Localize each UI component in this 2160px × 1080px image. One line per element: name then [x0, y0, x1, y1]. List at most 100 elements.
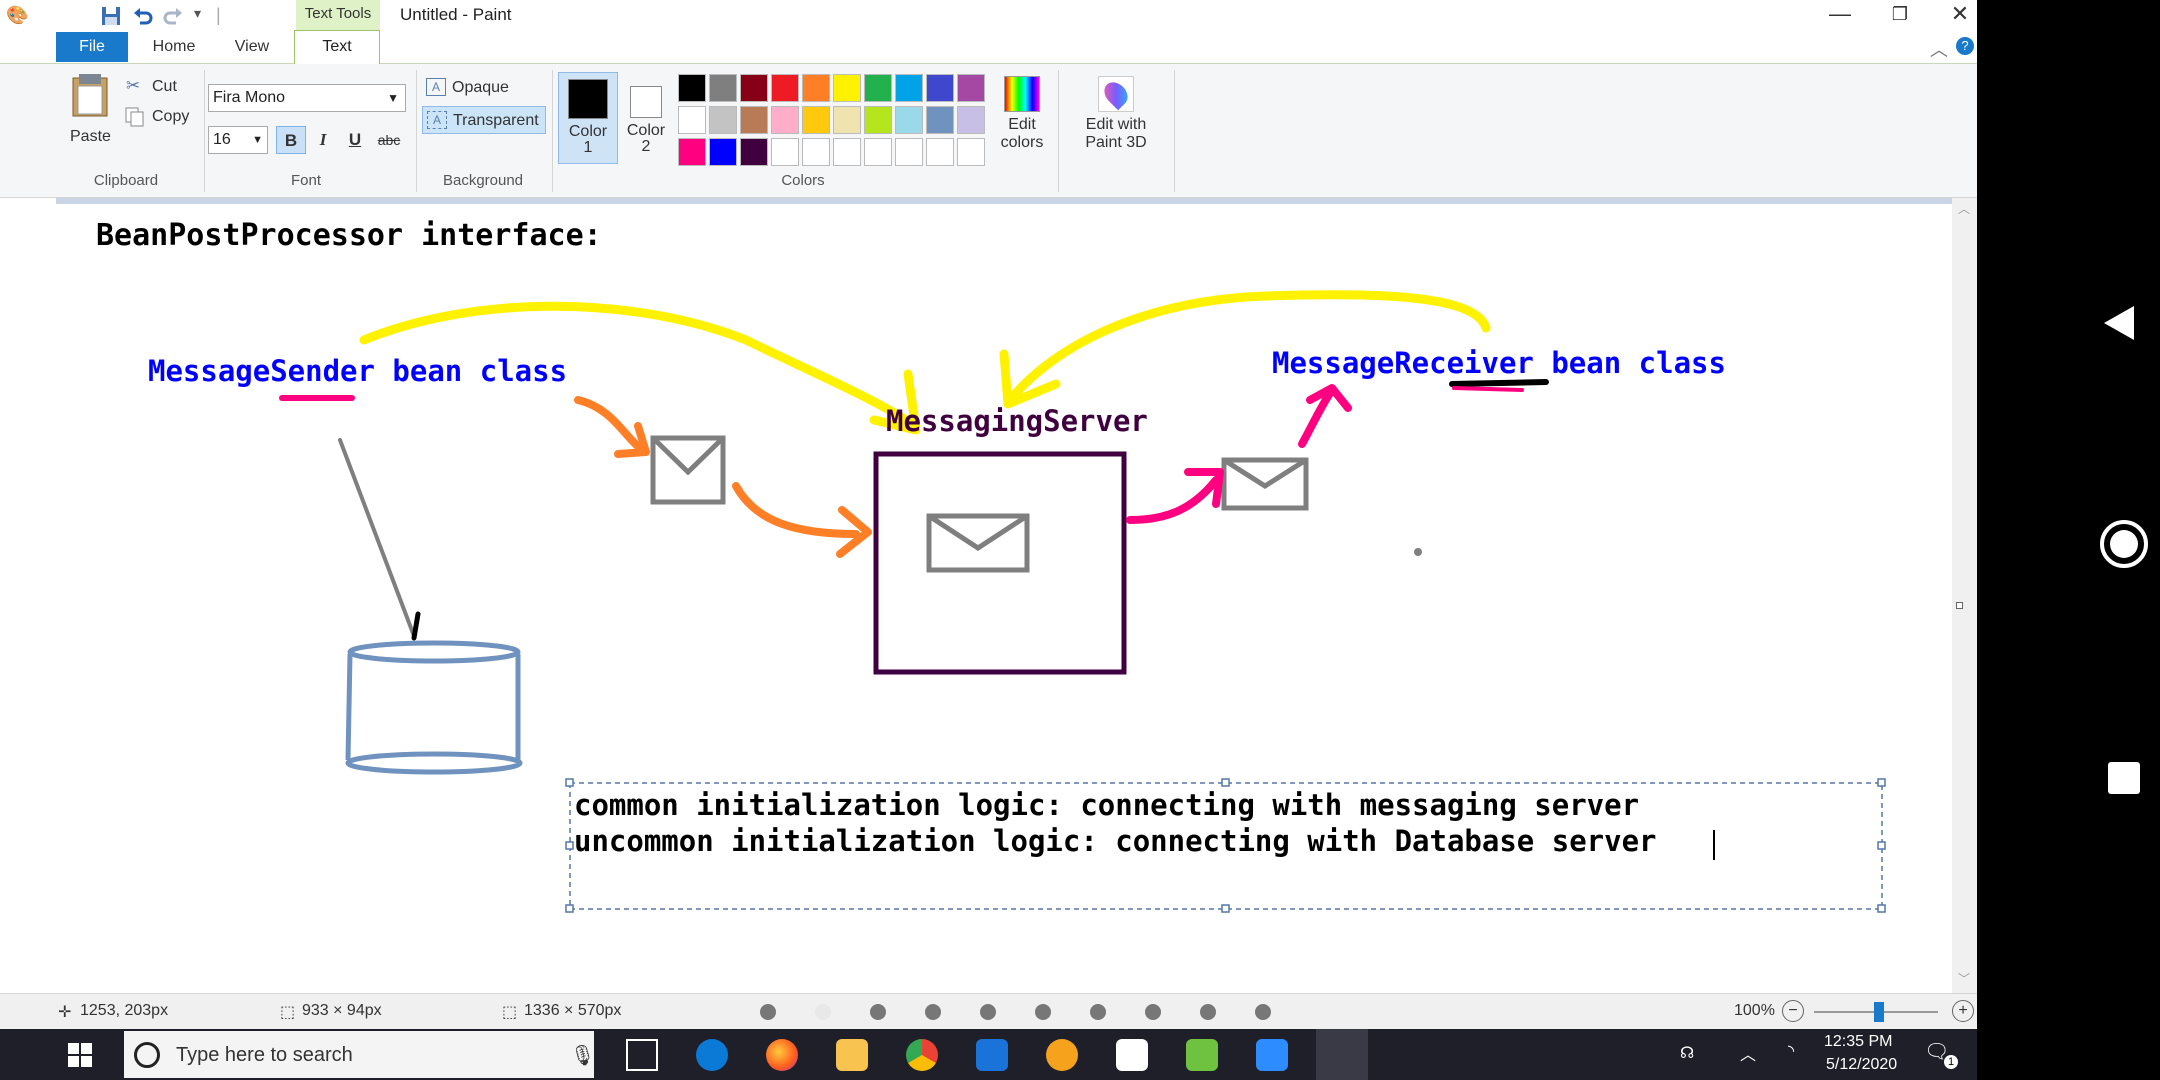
taskbar-search-box[interactable]: Type here to search 🎙	[124, 1031, 595, 1078]
slide-dot[interactable]	[815, 1004, 831, 1020]
chrome-icon[interactable]	[906, 1039, 938, 1071]
slide-dot[interactable]	[1090, 1004, 1106, 1020]
palette-swatch[interactable]	[895, 106, 923, 134]
font-size-select[interactable]: 16 ▼	[208, 126, 268, 154]
color1-button[interactable]: Color 1	[558, 72, 618, 164]
palette-swatch[interactable]	[895, 138, 923, 166]
color2-button[interactable]: Color 2	[616, 72, 676, 164]
slide-dot[interactable]	[1035, 1004, 1051, 1020]
font-family-select[interactable]: Fira Mono ▼	[208, 84, 406, 112]
paste-button[interactable]: Paste	[66, 72, 114, 152]
palette-swatch[interactable]	[926, 138, 954, 166]
palette-swatch[interactable]	[802, 74, 830, 102]
tab-file[interactable]: File	[56, 32, 128, 62]
tray-expand-icon[interactable]: ︿	[1740, 1041, 1756, 1065]
edge-icon[interactable]	[696, 1039, 728, 1071]
palette-swatch[interactable]	[802, 138, 830, 166]
palette-swatch[interactable]	[771, 106, 799, 134]
palette-swatch[interactable]	[678, 138, 706, 166]
help-icon[interactable]: ?	[1956, 37, 1974, 55]
norton-icon[interactable]	[1046, 1039, 1078, 1071]
customize-qat-icon[interactable]: ▾	[194, 5, 201, 22]
palette-swatch[interactable]	[709, 138, 737, 166]
textbox-line-2[interactable]: uncommon initialization logic: connectin…	[574, 824, 1657, 858]
slide-dot[interactable]	[980, 1004, 996, 1020]
palette-swatch[interactable]	[926, 74, 954, 102]
edit-colors-button[interactable]: Edit colors	[994, 76, 1050, 166]
slide-dot[interactable]	[760, 1004, 776, 1020]
save-icon[interactable]	[100, 5, 122, 32]
strikethrough-button[interactable]: abc	[374, 126, 404, 154]
android-recents-icon[interactable]	[2108, 762, 2140, 794]
palette-swatch[interactable]	[740, 106, 768, 134]
bold-button[interactable]: B	[276, 126, 306, 154]
palette-swatch[interactable]	[678, 74, 706, 102]
palette-swatch[interactable]	[864, 106, 892, 134]
slide-dot[interactable]	[1200, 1004, 1216, 1020]
mail-icon[interactable]	[976, 1039, 1008, 1071]
wifi-icon[interactable]: ◝	[1788, 1041, 1794, 1061]
palette-swatch[interactable]	[802, 106, 830, 134]
minimize-button[interactable]: —	[1810, 0, 1870, 30]
android-home-icon[interactable]	[2100, 520, 2148, 568]
italic-button[interactable]: I	[308, 126, 338, 154]
zoom-out-button[interactable]: −	[1782, 1000, 1804, 1022]
palette-swatch[interactable]	[895, 74, 923, 102]
tab-text[interactable]: Text	[294, 30, 380, 65]
android-back-icon[interactable]	[2104, 306, 2134, 345]
undo-icon[interactable]	[132, 5, 154, 32]
palette-swatch[interactable]	[709, 106, 737, 134]
palette-swatch[interactable]	[709, 74, 737, 102]
palette-swatch[interactable]	[771, 138, 799, 166]
collapse-ribbon-icon[interactable]: ︿	[1930, 36, 1948, 62]
close-button[interactable]: ✕	[1930, 0, 1977, 30]
notepad-icon[interactable]	[1186, 1039, 1218, 1071]
palette-swatch[interactable]	[833, 74, 861, 102]
palette-swatch[interactable]	[864, 138, 892, 166]
zoom-slider[interactable]	[1814, 1002, 1938, 1022]
zoom-slider-thumb[interactable]	[1874, 1002, 1884, 1022]
opaque-option[interactable]: A Opaque	[422, 74, 552, 102]
palette-swatch[interactable]	[678, 106, 706, 134]
resize-handle[interactable]	[1956, 602, 1963, 609]
copy-button[interactable]: Copy	[124, 106, 200, 130]
tab-view[interactable]: View	[222, 32, 282, 62]
slide-dot[interactable]	[1255, 1004, 1271, 1020]
slide-dot[interactable]	[870, 1004, 886, 1020]
edit-with-paint3d-button[interactable]: Edit with Paint 3D	[1064, 76, 1168, 166]
slide-dot[interactable]	[925, 1004, 941, 1020]
store-icon[interactable]	[1116, 1039, 1148, 1071]
firefox-icon[interactable]	[766, 1039, 798, 1071]
vertical-scrollbar[interactable]: ︿ ﹀	[1952, 198, 1977, 993]
cut-button[interactable]: ✂ Cut	[126, 76, 196, 100]
windows-start-icon[interactable]	[68, 1043, 92, 1067]
slide-dot[interactable]	[1145, 1004, 1161, 1020]
palette-swatch[interactable]	[864, 74, 892, 102]
zoom-in-button[interactable]: +	[1952, 1000, 1974, 1022]
clock-time[interactable]: 12:35 PM	[1824, 1033, 1892, 1051]
transparent-option[interactable]: A Transparent	[422, 106, 546, 134]
tab-home[interactable]: Home	[144, 32, 204, 62]
palette-swatch[interactable]	[771, 74, 799, 102]
task-view-icon[interactable]	[626, 1039, 658, 1071]
file-explorer-icon[interactable]	[836, 1039, 868, 1071]
paint-taskbar-icon[interactable]	[1316, 1029, 1368, 1080]
palette-swatch[interactable]	[957, 138, 985, 166]
drawing-canvas[interactable]: BeanPostProcessor interface: MessageSend…	[56, 204, 1952, 993]
palette-swatch[interactable]	[926, 106, 954, 134]
palette-swatch[interactable]	[833, 138, 861, 166]
redo-icon[interactable]	[162, 5, 184, 32]
palette-swatch[interactable]	[957, 106, 985, 134]
palette-swatch[interactable]	[957, 74, 985, 102]
palette-swatch[interactable]	[833, 106, 861, 134]
restore-button[interactable]: ❐	[1870, 0, 1930, 30]
people-icon[interactable]: ☊	[1680, 1043, 1694, 1063]
palette-swatch[interactable]	[740, 74, 768, 102]
paint-app-icon[interactable]: 🎨	[6, 5, 28, 26]
underline-button[interactable]: U	[340, 126, 370, 154]
textbox-line-1[interactable]: common initialization logic: connecting …	[574, 788, 1639, 822]
microphone-icon[interactable]: 🎙	[570, 1043, 595, 1068]
zoom-app-icon[interactable]	[1256, 1039, 1288, 1071]
clock-date[interactable]: 5/12/2020	[1826, 1056, 1897, 1074]
palette-swatch[interactable]	[740, 138, 768, 166]
